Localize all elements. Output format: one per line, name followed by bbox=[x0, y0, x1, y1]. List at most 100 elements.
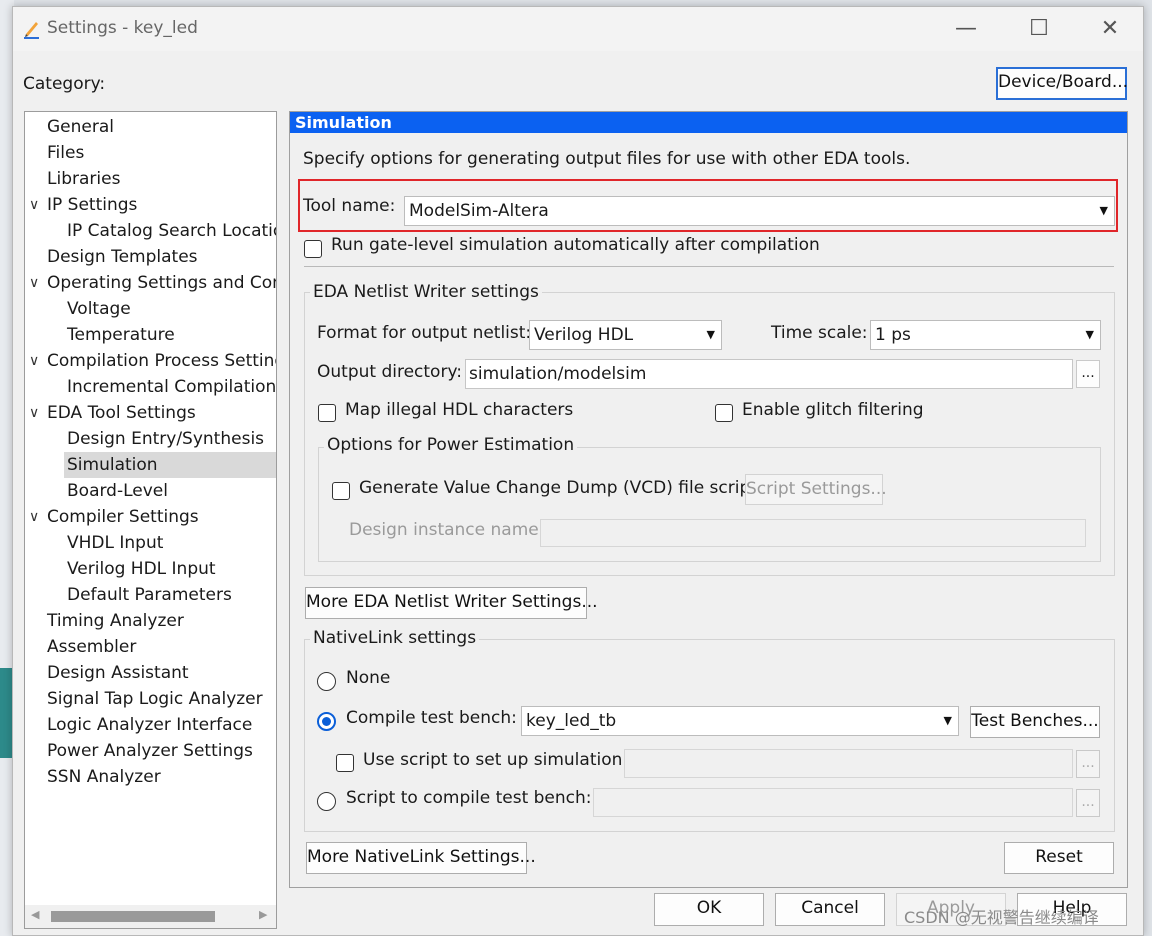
tool-name-value: ModelSim-Altera bbox=[409, 201, 549, 221]
tree-item[interactable]: IP Catalog Search Location bbox=[25, 218, 276, 244]
tool-name-select[interactable]: ModelSim-Altera ▼ bbox=[404, 196, 1115, 226]
time-scale-label: Time scale: bbox=[771, 323, 868, 343]
run-gate-level-checkbox[interactable] bbox=[304, 240, 322, 258]
tree-item[interactable]: Voltage bbox=[25, 296, 276, 322]
tree-item[interactable]: Temperature bbox=[25, 322, 276, 348]
more-netlist-settings-button[interactable]: More EDA Netlist Writer Settings... bbox=[305, 587, 598, 619]
time-scale-select[interactable]: 1 ps ▼ bbox=[870, 320, 1101, 350]
minimize-icon[interactable]: — bbox=[951, 17, 981, 41]
use-script-browse-button[interactable]: ... bbox=[1076, 750, 1100, 778]
compile-tb-select[interactable]: key_led_tb ▼ bbox=[521, 706, 959, 736]
output-dir-label: Output directory: bbox=[317, 362, 462, 382]
tree-item-label: Design Entry/Synthesis bbox=[67, 429, 265, 449]
scroll-right-icon[interactable]: ▶ bbox=[259, 908, 267, 921]
tree-item[interactable]: Signal Tap Logic Analyzer bbox=[25, 686, 276, 712]
chevron-down-icon[interactable]: ∨ bbox=[29, 270, 39, 296]
tree-item[interactable]: Power Analyzer Settings bbox=[25, 738, 276, 764]
tree-item[interactable]: Verilog HDL Input bbox=[25, 556, 276, 582]
tree-item[interactable]: Design Templates bbox=[25, 244, 276, 270]
tree-item[interactable]: Incremental Compilation bbox=[25, 374, 276, 400]
none-label: None bbox=[346, 668, 391, 688]
run-gate-level-label: Run gate-level simulation automatically … bbox=[331, 235, 820, 255]
tree-item[interactable]: ∨ Compiler Settings bbox=[25, 504, 276, 530]
chevron-down-icon: ▼ bbox=[943, 714, 952, 727]
tree-item[interactable]: ∨ EDA Tool Settings bbox=[25, 400, 276, 426]
tree-item[interactable]: SSN Analyzer bbox=[25, 764, 276, 790]
tree-item[interactable]: Libraries bbox=[25, 166, 276, 192]
tree-item[interactable]: Board-Level bbox=[25, 478, 276, 504]
design-instance-label: Design instance name: bbox=[349, 520, 545, 540]
title-bar: Settings - key_led — ☐ ✕ bbox=[13, 7, 1143, 51]
chevron-down-icon: ▼ bbox=[706, 328, 715, 341]
reset-button[interactable]: Reset bbox=[1004, 842, 1114, 874]
output-dir-browse-button[interactable]: ... bbox=[1076, 360, 1100, 388]
separator bbox=[304, 266, 1114, 267]
close-icon[interactable]: ✕ bbox=[1095, 17, 1125, 41]
tree-item-label: Power Analyzer Settings bbox=[47, 741, 253, 761]
use-script-input[interactable] bbox=[624, 749, 1073, 778]
format-value: Verilog HDL bbox=[534, 325, 634, 345]
script-compile-input[interactable] bbox=[593, 788, 1073, 817]
format-label: Format for output netlist: bbox=[317, 323, 532, 343]
tree-item-label: Temperature bbox=[67, 325, 175, 345]
tree-item[interactable]: ∨ Operating Settings and Conditions bbox=[25, 270, 276, 296]
format-select[interactable]: Verilog HDL ▼ bbox=[529, 320, 722, 350]
script-settings-button[interactable]: Script Settings... bbox=[745, 474, 887, 505]
glitch-checkbox[interactable] bbox=[715, 404, 733, 422]
ok-button[interactable]: OK bbox=[654, 893, 764, 926]
glitch-label: Enable glitch filtering bbox=[742, 400, 924, 420]
tree-item-label: Board-Level bbox=[67, 481, 168, 501]
tree-item-label: General bbox=[47, 117, 114, 137]
tree-item-label: Compilation Process Settings bbox=[47, 351, 277, 371]
window-title: Settings - key_led bbox=[47, 18, 198, 38]
tree-item[interactable]: ∨ IP Settings bbox=[25, 192, 276, 218]
tree-hscrollbar[interactable]: ◀ ▶ bbox=[25, 905, 276, 928]
tree-item-label: Compiler Settings bbox=[47, 507, 199, 527]
map-illegal-checkbox[interactable] bbox=[318, 404, 336, 422]
tree-item[interactable]: Logic Analyzer Interface bbox=[25, 712, 276, 738]
compile-tb-label: Compile test bench: bbox=[346, 708, 517, 728]
netlist-group-title: EDA Netlist Writer settings bbox=[310, 282, 542, 302]
app-pencil-icon bbox=[24, 22, 39, 39]
chevron-down-icon[interactable]: ∨ bbox=[29, 348, 39, 374]
more-nativelink-settings-button[interactable]: More NativeLink Settings... bbox=[306, 842, 536, 874]
cancel-button[interactable]: Cancel bbox=[775, 893, 885, 926]
chevron-down-icon[interactable]: ∨ bbox=[29, 192, 39, 218]
tree-item[interactable]: Default Parameters bbox=[25, 582, 276, 608]
script-compile-radio[interactable] bbox=[317, 792, 336, 811]
tree-item[interactable]: VHDL Input bbox=[25, 530, 276, 556]
maximize-icon[interactable]: ☐ bbox=[1024, 17, 1054, 41]
time-scale-value: 1 ps bbox=[875, 325, 911, 345]
design-instance-input[interactable] bbox=[540, 519, 1086, 547]
tree-item-label: VHDL Input bbox=[67, 533, 164, 553]
chevron-down-icon[interactable]: ∨ bbox=[29, 504, 39, 530]
tree-item-label: Verilog HDL Input bbox=[67, 559, 216, 579]
script-compile-browse-button[interactable]: ... bbox=[1076, 789, 1100, 817]
compile-tb-radio[interactable] bbox=[317, 712, 336, 731]
tree-item[interactable]: Simulation bbox=[64, 452, 276, 478]
scroll-left-icon[interactable]: ◀ bbox=[31, 908, 39, 921]
vcd-label: Generate Value Change Dump (VCD) file sc… bbox=[359, 478, 757, 498]
category-tree: ◀ ▶ General Files Libraries ∨ IP Settings IP … bbox=[24, 111, 277, 929]
vcd-checkbox[interactable] bbox=[332, 482, 350, 500]
tree-item-label: EDA Tool Settings bbox=[47, 403, 196, 423]
power-group-title: Options for Power Estimation bbox=[324, 435, 578, 455]
tree-item[interactable]: Design Entry/Synthesis bbox=[25, 426, 276, 452]
tree-item-label: Files bbox=[47, 143, 85, 163]
tree-item[interactable]: Assembler bbox=[25, 634, 276, 660]
tree-item[interactable]: Timing Analyzer bbox=[25, 608, 276, 634]
tree-item-label: Timing Analyzer bbox=[47, 611, 184, 631]
tree-item[interactable]: Design Assistant bbox=[25, 660, 276, 686]
device-board-button[interactable]: Device/Board... bbox=[996, 67, 1128, 100]
chevron-down-icon[interactable]: ∨ bbox=[29, 400, 39, 426]
scroll-thumb[interactable] bbox=[51, 911, 215, 922]
tree-item[interactable]: ∨ Compilation Process Settings bbox=[25, 348, 276, 374]
tree-item[interactable]: Files bbox=[25, 140, 276, 166]
tool-name-label: Tool name: bbox=[303, 196, 396, 216]
test-benches-button[interactable]: Test Benches... bbox=[970, 706, 1100, 738]
csdn-watermark: CSDN @无视警告继续编译 bbox=[904, 908, 1099, 927]
use-script-checkbox[interactable] bbox=[336, 754, 354, 772]
output-dir-input[interactable]: simulation/modelsim bbox=[465, 359, 1073, 389]
tree-item[interactable]: General bbox=[25, 114, 276, 140]
none-radio[interactable] bbox=[317, 672, 336, 691]
